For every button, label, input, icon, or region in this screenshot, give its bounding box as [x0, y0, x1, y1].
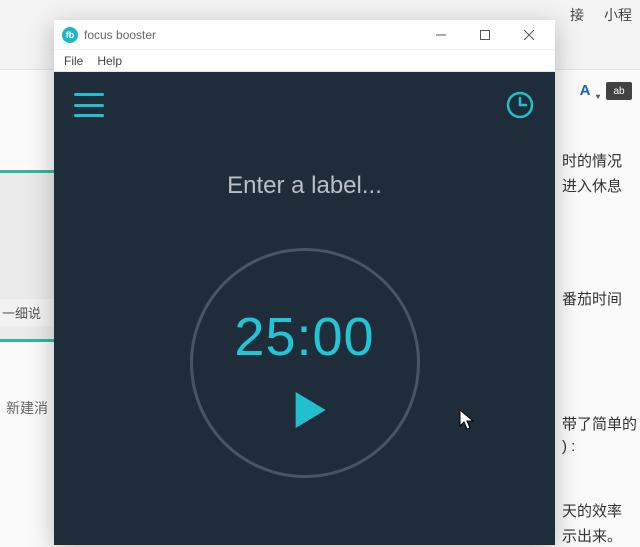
bg-text-3: 番茄时间: [562, 288, 622, 309]
timer-display: 25:00: [190, 306, 420, 368]
play-button[interactable]: [285, 388, 329, 437]
font-color-icon[interactable]: A: [574, 82, 596, 100]
background-left-small-text: 新建消: [6, 398, 48, 418]
clock-icon: [505, 90, 535, 120]
focus-booster-window: fb focus booster File Help: [54, 20, 555, 545]
bg-text-5: ) :: [562, 438, 575, 455]
background-format-icons: A ab: [574, 82, 632, 100]
timer: 25:00: [190, 248, 420, 478]
close-icon: [524, 30, 534, 40]
app-top-row: [54, 72, 555, 120]
background-top-links: 接 小程: [570, 5, 632, 25]
app-icon: fb: [62, 27, 78, 43]
highlight-icon[interactable]: ab: [606, 82, 632, 100]
background-link-2[interactable]: 小程: [604, 5, 632, 25]
play-icon: [285, 388, 329, 432]
menu-bar: File Help: [54, 50, 555, 72]
bg-text-6: 天的效率: [562, 500, 622, 521]
bg-text-4: 带了简单的: [562, 413, 637, 434]
bg-text-2: 进入休息: [562, 175, 622, 196]
bg-text-1: 时的情况: [562, 150, 622, 171]
background-link-1[interactable]: 接: [570, 5, 584, 25]
window-title: focus booster: [84, 28, 419, 42]
close-button[interactable]: [507, 21, 551, 49]
background-left-text: 一细说: [0, 299, 58, 326]
maximize-icon: [480, 30, 490, 40]
app-body: 25:00: [54, 72, 555, 545]
label-input[interactable]: [104, 172, 505, 200]
window-titlebar[interactable]: fb focus booster: [54, 20, 555, 50]
bg-text-7: 示出来。: [562, 525, 622, 546]
minimize-button[interactable]: [419, 21, 463, 49]
maximize-button[interactable]: [463, 21, 507, 49]
history-button[interactable]: [505, 90, 535, 120]
menu-help[interactable]: Help: [97, 54, 122, 68]
menu-file[interactable]: File: [64, 54, 83, 68]
menu-button[interactable]: [74, 93, 104, 117]
minimize-icon: [436, 30, 446, 40]
